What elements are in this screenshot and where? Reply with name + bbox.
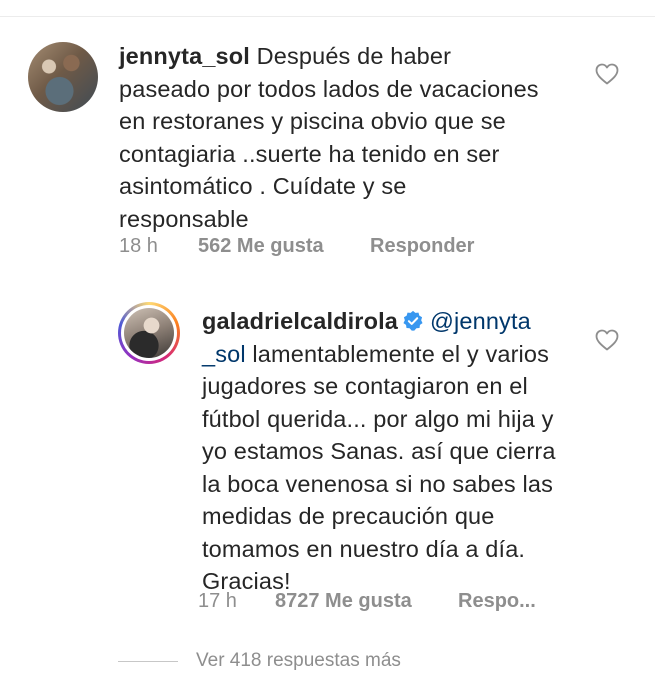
- reply-text: galadrielcaldirola @jennyta _sol lamenta…: [202, 305, 572, 598]
- comment-time: 18 h: [119, 235, 158, 257]
- reply-username[interactable]: galadrielcaldirola: [202, 308, 398, 334]
- reply-body: lamentablemente el y varios jugadores se…: [202, 340, 556, 595]
- view-more-replies[interactable]: Ver 418 respuestas más: [118, 650, 401, 672]
- verified-badge-icon: [403, 310, 423, 331]
- comment-text: jennyta_sol Después de haber paseado por…: [119, 40, 539, 235]
- avatar-jennyta-sol[interactable]: [28, 42, 98, 112]
- reply-time-label: 17 h: [198, 590, 237, 612]
- avatar-galadrielcaldirola[interactable]: [118, 302, 180, 364]
- likes-count[interactable]: 562 Me gusta: [198, 235, 324, 258]
- view-more-divider: [118, 660, 178, 662]
- reply-button[interactable]: Responder: [370, 235, 474, 258]
- heart-icon[interactable]: [595, 63, 619, 85]
- reply-time: 17 h: [198, 590, 237, 613]
- avatar-photo: [124, 308, 174, 358]
- heart-icon[interactable]: [595, 329, 619, 351]
- view-more-label[interactable]: Ver 418 respuestas más: [196, 650, 401, 672]
- reply-likes-count[interactable]: 8727 Me gusta: [275, 590, 412, 613]
- comment-username[interactable]: jennyta_sol: [119, 43, 250, 69]
- top-divider: [0, 0, 655, 17]
- comment-body: Después de haber paseado por todos lados…: [119, 43, 539, 232]
- comment-meta: 18 h: [119, 235, 158, 258]
- reply-reply-button[interactable]: Respo...: [458, 590, 536, 613]
